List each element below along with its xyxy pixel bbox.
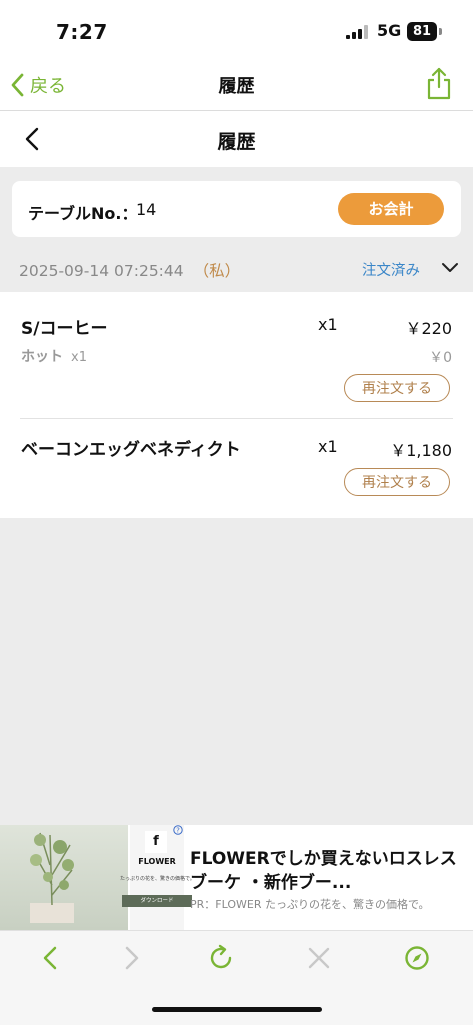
item-price: ￥1,180 bbox=[390, 441, 452, 460]
signal-icon bbox=[346, 25, 368, 39]
order-datetime-text: 2025-09-14 07:25:44 bbox=[19, 262, 184, 280]
option-qty: x1 bbox=[71, 350, 87, 365]
order-status: 注文済み bbox=[362, 263, 420, 279]
status-bar: 7:27 5G 81 bbox=[0, 0, 473, 62]
ad-logo-box: f FLOWER たっぷりの花を、驚きの価格で。 ダウンロード bbox=[120, 825, 195, 930]
close-icon[interactable] bbox=[304, 943, 334, 973]
checkout-button[interactable]: お会計 bbox=[338, 193, 444, 225]
table-number-label: テーブルNo.： bbox=[28, 204, 138, 223]
item-name: ベーコンエッグベネディクト bbox=[21, 440, 241, 460]
reload-icon[interactable] bbox=[206, 943, 236, 973]
option-name: ホット bbox=[21, 349, 63, 365]
page-title: 履歴 bbox=[217, 131, 256, 153]
info-icon[interactable]: ? bbox=[173, 825, 183, 835]
share-icon[interactable] bbox=[424, 66, 454, 100]
ad-logo-caption: たっぷりの花を、驚きの価格で。 bbox=[120, 876, 195, 882]
order-header[interactable]: 2025-09-14 07:25:44 （私） 注文済み bbox=[0, 246, 473, 290]
network-label: 5G bbox=[377, 21, 402, 40]
item-divider bbox=[20, 418, 453, 419]
reorder-button[interactable]: 再注文する bbox=[344, 468, 450, 496]
flower-logo-icon: f bbox=[145, 831, 167, 853]
ad-title: FLOWERでしか買えないロスレスブーケ ・新作ブー... bbox=[190, 849, 457, 893]
svg-text:?: ? bbox=[176, 827, 180, 835]
browser-nav-bar: 戻る 履歴 bbox=[0, 62, 473, 111]
item-option: ホット x1 bbox=[21, 346, 87, 366]
ad-image bbox=[0, 825, 128, 930]
back-nav-icon[interactable] bbox=[36, 943, 66, 973]
forward-nav-icon[interactable] bbox=[116, 943, 146, 973]
plant-image bbox=[30, 832, 74, 923]
reorder-button[interactable]: 再注文する bbox=[344, 374, 450, 402]
home-indicator bbox=[152, 1007, 322, 1012]
ad-brand: FLOWER bbox=[138, 857, 176, 866]
chevron-down-icon[interactable] bbox=[441, 261, 459, 275]
ad-banner[interactable]: f FLOWER たっぷりの花を、驚きの価格で。 ダウンロード FLOWERでし… bbox=[0, 825, 473, 930]
ad-download-button[interactable]: ダウンロード bbox=[122, 895, 192, 907]
browser-nav-title: 履歴 bbox=[218, 76, 255, 97]
order-items-panel: S/コーヒー x1 ￥220 ホット x1 ￥0 再注文する ベーコンエッグベネデ… bbox=[0, 292, 473, 518]
order-datetime: 2025-09-14 07:25:44 （私） bbox=[19, 259, 240, 281]
battery-nub bbox=[439, 28, 442, 35]
table-info-card: テーブルNo.： 14 お会計 bbox=[12, 181, 461, 237]
option-price: ￥0 bbox=[429, 350, 452, 366]
item-price: ￥220 bbox=[405, 319, 452, 338]
page-header: 履歴 bbox=[0, 111, 473, 167]
status-time: 7:27 bbox=[56, 20, 108, 44]
table-number-value: 14 bbox=[136, 200, 157, 219]
battery-indicator: 81 bbox=[407, 22, 437, 41]
ad-subtitle: PR：FLOWER たっぷりの花を、驚きの価格で。 bbox=[190, 898, 430, 911]
compass-icon[interactable] bbox=[402, 943, 432, 973]
order-owner: （私） bbox=[193, 262, 241, 280]
item-name: S/コーヒー bbox=[21, 319, 108, 339]
